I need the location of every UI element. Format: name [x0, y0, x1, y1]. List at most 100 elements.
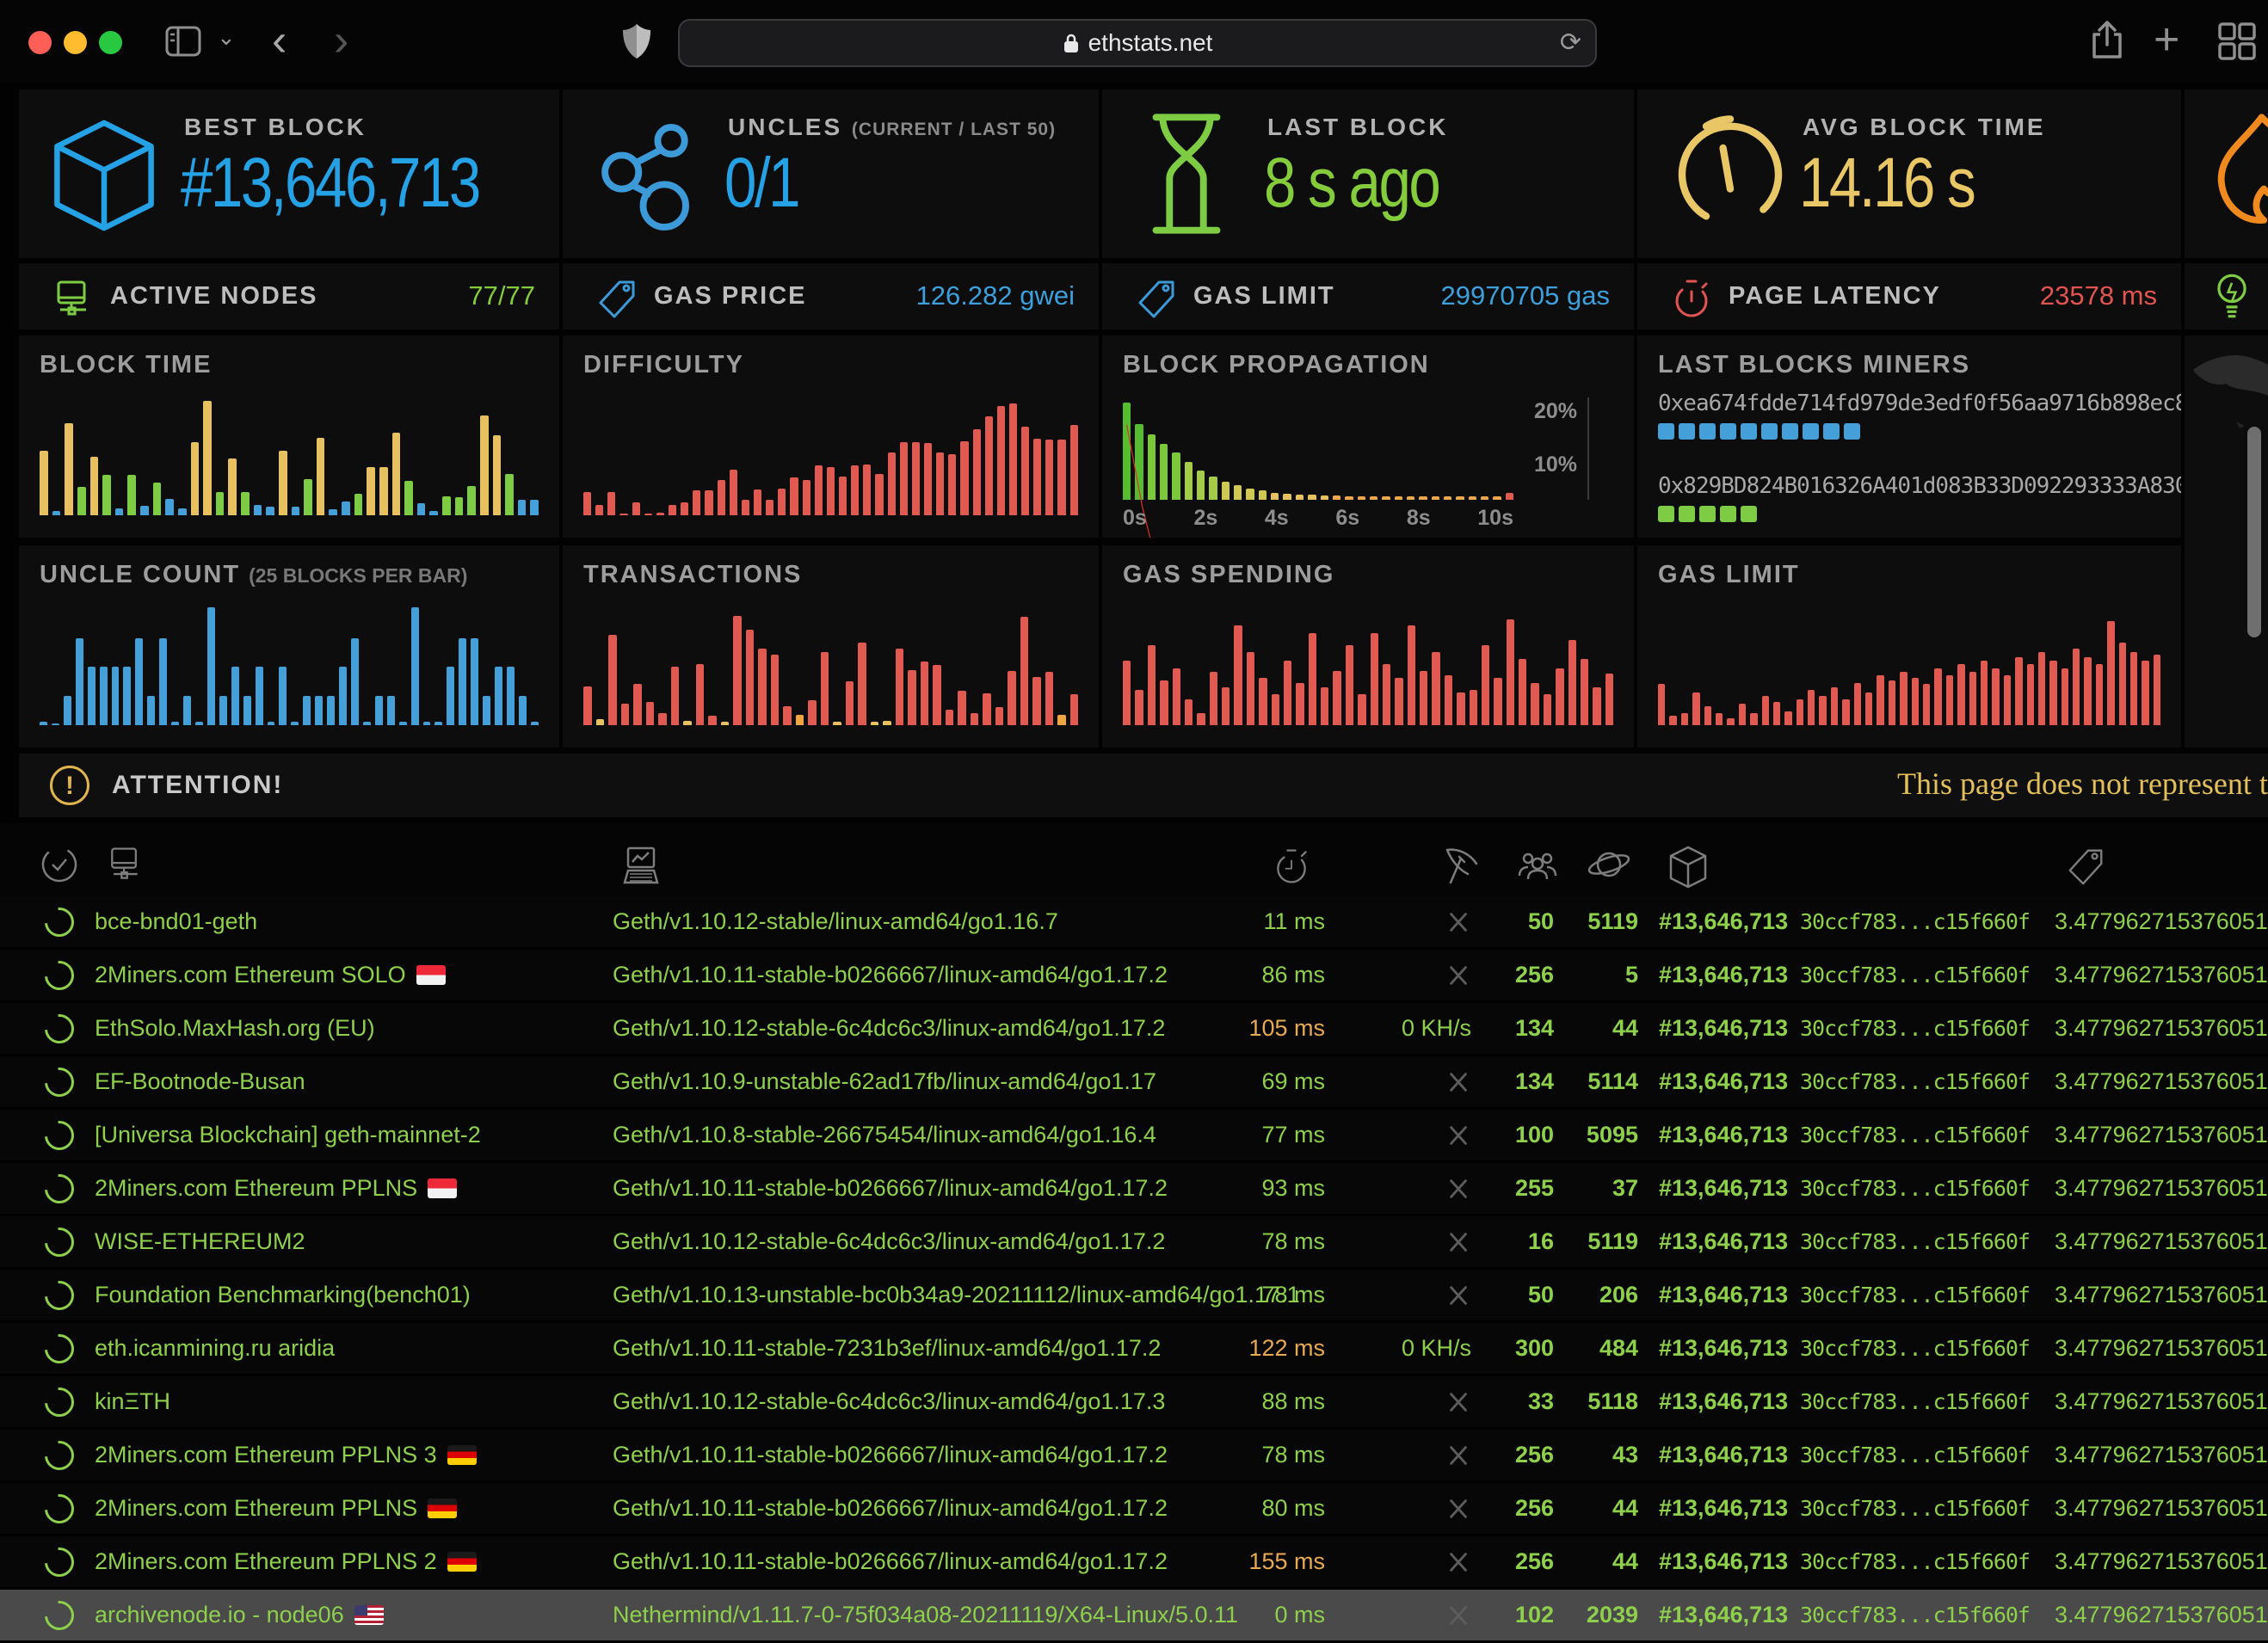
- miner-block-squares: [1658, 423, 2164, 440]
- node-block: #13,646,713: [1659, 1163, 1805, 1214]
- table-row[interactable]: [Universa Blockchain] geth-mainnet-2 Get…: [0, 1110, 2268, 1163]
- node-name[interactable]: 2Miners.com Ethereum PPLNS: [95, 1163, 602, 1214]
- node-peers: 33: [1478, 1376, 1554, 1427]
- status-ring-icon: [39, 1381, 80, 1423]
- table-row[interactable]: kinΞTH Geth/v1.10.12-stable-6c4dc6c3/lin…: [0, 1376, 2268, 1430]
- table-row[interactable]: EthSolo.MaxHash.org (EU) Geth/v1.10.12-s…: [0, 1003, 2268, 1056]
- ethstats-dashboard: BEST BLOCK #13,646,713 UNCLES (CURRENT /…: [0, 83, 2268, 1612]
- flag-de-icon: [447, 1445, 477, 1465]
- block-time-chart-panel: BLOCK TIME: [19, 335, 559, 538]
- block-propagation-xaxis: 0s2s4s6s8s10s: [1123, 506, 1513, 531]
- not-mining-icon: [1445, 1496, 1471, 1522]
- node-latency: 11 ms: [1203, 896, 1325, 947]
- back-button[interactable]: ‹: [272, 21, 287, 60]
- new-tab-button[interactable]: +: [2154, 14, 2179, 65]
- miner-entry: 0x829BD824B016326A401d083B33D092293333A8…: [1658, 473, 2164, 522]
- node-peers: 134: [1478, 1056, 1554, 1107]
- window-zoom-button[interactable]: [99, 31, 122, 54]
- node-mining: [1342, 1376, 1471, 1427]
- not-mining-icon: [1445, 963, 1471, 988]
- table-row[interactable]: 2Miners.com Ethereum PPLNS Geth/v1.10.11…: [0, 1483, 2268, 1536]
- status-clock-icon: [40, 845, 79, 884]
- node-block: #13,646,713: [1659, 1536, 1805, 1587]
- sidebar-toggle-icon[interactable]: [165, 26, 201, 57]
- last-block-value: 8 s ago: [1264, 143, 1439, 224]
- node-version: Geth/v1.10.11-stable-b0266667/linux-amd6…: [613, 1163, 1198, 1214]
- hourglass-icon: [1147, 110, 1226, 237]
- node-version: Geth/v1.10.11-stable-b0266667/linux-amd6…: [613, 950, 1198, 1000]
- gas-limit-value: 29970705 gas: [1440, 280, 1610, 311]
- gas-limit-label: GAS LIMIT: [1193, 282, 1335, 311]
- node-peers: 134: [1478, 1003, 1554, 1054]
- sidebar-chevron-icon[interactable]: ⌄: [217, 24, 236, 51]
- node-name[interactable]: 2Miners.com Ethereum SOLO: [95, 950, 602, 1000]
- uncle-count-chart-title: UNCLE COUNT (25 BLOCKS PER BAR): [40, 561, 467, 589]
- node-mining: [1342, 1216, 1471, 1267]
- node-latency: 122 ms: [1203, 1323, 1325, 1374]
- node-name[interactable]: Foundation Benchmarking(bench01): [95, 1270, 602, 1320]
- node-name[interactable]: 2Miners.com Ethereum PPLNS 2: [95, 1536, 602, 1587]
- table-row[interactable]: 2Miners.com Ethereum PPLNS 2 Geth/v1.10.…: [0, 1536, 2268, 1590]
- tab-overview-icon[interactable]: [2218, 22, 2256, 60]
- table-row[interactable]: eth.icanmining.ru aridia Geth/v1.10.11-s…: [0, 1323, 2268, 1376]
- window-close-button[interactable]: [28, 31, 52, 54]
- best-block-title: BEST BLOCK: [184, 114, 367, 141]
- node-pending: 37: [1564, 1163, 1638, 1214]
- node-mining: [1342, 1163, 1471, 1214]
- table-row[interactable]: 2Miners.com Ethereum SOLO Geth/v1.10.11-…: [0, 950, 2268, 1003]
- active-nodes-label: ACTIVE NODES: [110, 282, 318, 311]
- block-propagation-axis: [1587, 397, 1589, 500]
- node-blockhash: 30ccf783...c15f660f: [1800, 1376, 2049, 1427]
- status-ring-icon: [39, 1488, 80, 1529]
- reload-icon[interactable]: ⟳: [1560, 28, 1581, 58]
- share-icon[interactable]: [2089, 19, 2125, 60]
- node-status: [45, 950, 74, 1000]
- node-blockhash: 30ccf783...c15f660f: [1800, 1590, 2049, 1640]
- table-row[interactable]: bce-bnd01-geth Geth/v1.10.12-stable/linu…: [0, 896, 2268, 950]
- node-name-icon: [105, 845, 145, 884]
- node-mining: [1342, 950, 1471, 1000]
- node-name[interactable]: 2Miners.com Ethereum PPLNS 3: [95, 1430, 602, 1480]
- table-row[interactable]: Foundation Benchmarking(bench01) Geth/v1…: [0, 1270, 2268, 1323]
- node-name[interactable]: eth.icanmining.ru aridia: [95, 1323, 602, 1374]
- node-peers: 100: [1478, 1110, 1554, 1160]
- table-row[interactable]: 2Miners.com Ethereum PPLNS Geth/v1.10.11…: [0, 1163, 2268, 1216]
- node-version: Geth/v1.10.11-stable-7231b3ef/linux-amd6…: [613, 1323, 1198, 1374]
- node-difficulty: 3.477962715376051e+2: [2055, 1056, 2268, 1107]
- node-name[interactable]: [Universa Blockchain] geth-mainnet-2: [95, 1110, 602, 1160]
- node-name[interactable]: kinΞTH: [95, 1376, 602, 1427]
- node-name[interactable]: 2Miners.com Ethereum PPLNS: [95, 1483, 602, 1534]
- node-pending: 43: [1564, 1430, 1638, 1480]
- node-difficulty: 3.477962715376051e+2: [2055, 1590, 2268, 1640]
- node-name[interactable]: archivenode.io - node06: [95, 1590, 602, 1640]
- privacy-shield-icon[interactable]: [621, 22, 652, 60]
- table-row[interactable]: 2Miners.com Ethereum PPLNS 3 Geth/v1.10.…: [0, 1430, 2268, 1483]
- window-minimize-button[interactable]: [64, 31, 87, 54]
- node-mining: 0 KH/s: [1342, 1323, 1471, 1374]
- node-difficulty: 3.477962715376051e+2: [2055, 1536, 2268, 1587]
- not-mining-icon: [1445, 1123, 1471, 1148]
- flag-us-icon: [354, 1605, 384, 1625]
- node-blockhash: 30ccf783...c15f660f: [1800, 1270, 2049, 1320]
- table-row[interactable]: archivenode.io - node06 Nethermind/v1.11…: [0, 1590, 2268, 1643]
- node-blockhash: 30ccf783...c15f660f: [1800, 1110, 2049, 1160]
- best-block-value: #13,646,713: [181, 143, 479, 224]
- node-latency: 78 ms: [1203, 1430, 1325, 1480]
- table-row[interactable]: EF-Bootnode-Busan Geth/v1.10.9-unstable-…: [0, 1056, 2268, 1110]
- scrollbar-thumb[interactable]: [2247, 427, 2261, 637]
- not-mining-icon: [1445, 1443, 1471, 1468]
- block-time-bars: [40, 397, 539, 515]
- forward-button[interactable]: ›: [334, 21, 348, 60]
- node-status: [45, 1163, 74, 1214]
- node-pending: 44: [1564, 1536, 1638, 1587]
- node-name[interactable]: bce-bnd01-geth: [95, 896, 602, 947]
- table-row[interactable]: WISE-ETHEREUM2 Geth/v1.10.12-stable-6c4d…: [0, 1216, 2268, 1270]
- uncle-count-bars: [40, 607, 539, 725]
- node-name[interactable]: EF-Bootnode-Busan: [95, 1056, 602, 1107]
- node-blockhash: 30ccf783...c15f660f: [1800, 1163, 2049, 1214]
- address-bar[interactable]: ethstats.net ⟳: [678, 19, 1597, 67]
- block-time-chart-title: BLOCK TIME: [40, 351, 212, 379]
- node-name[interactable]: EthSolo.MaxHash.org (EU): [95, 1003, 602, 1054]
- node-peers: 255: [1478, 1163, 1554, 1214]
- node-name[interactable]: WISE-ETHEREUM2: [95, 1216, 602, 1267]
